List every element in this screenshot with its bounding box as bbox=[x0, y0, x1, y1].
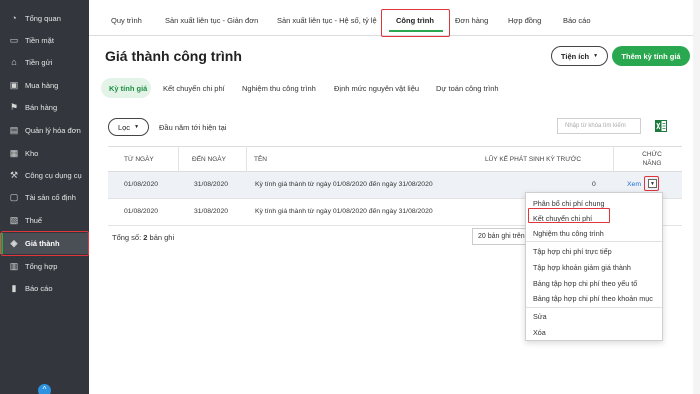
add-costing-period-button[interactable]: Thêm kỳ tính giá bbox=[612, 46, 690, 66]
sidebar-item-quan-ly-hoa-don[interactable]: ▤ Quản lý hóa đơn bbox=[0, 120, 89, 141]
cell-from-date: 01/08/2020 bbox=[124, 181, 159, 188]
record-count-prefix: Tổng số: bbox=[112, 233, 144, 242]
menu-item-tap-hop-khoan-giam-gia-thanh[interactable]: Tập hợp khoản giảm giá thành bbox=[533, 263, 631, 272]
menu-item-bang-tap-hop-theo-khoan-muc[interactable]: Bảng tập hợp chi phí theo khoản mục bbox=[533, 294, 653, 303]
report-icon: ▮ bbox=[11, 283, 17, 293]
cell-name: Kỳ tính giá thành từ ngày 01/08/2020 đến… bbox=[255, 208, 433, 215]
menu-divider bbox=[526, 241, 664, 242]
sidebar-item-label: Bán hàng bbox=[25, 103, 58, 112]
subtab-ket-chuyen-chi-phi[interactable]: Kết chuyển chi phí bbox=[163, 84, 225, 93]
purchase-icon: ▣ bbox=[9, 80, 19, 90]
menu-item-bang-tap-hop-theo-yeu-to[interactable]: Bảng tập hợp chi phí theo yếu tố bbox=[533, 279, 637, 288]
cart-icon: ⚑ bbox=[9, 102, 19, 112]
summary-icon: ▥ bbox=[9, 261, 19, 271]
chevron-down-icon: ▼ bbox=[593, 53, 599, 59]
menu-divider bbox=[526, 307, 664, 308]
record-count: Tổng số: 2 bản ghi bbox=[112, 233, 174, 242]
sidebar-item-label: Tổng quan bbox=[25, 14, 61, 23]
column-header-den-ngay: Đến ngày bbox=[192, 156, 226, 163]
column-divider bbox=[178, 146, 179, 172]
warehouse-icon: ▦ bbox=[9, 148, 19, 158]
subtab-du-toan-cong-trinh[interactable]: Dự toán công trình bbox=[436, 84, 499, 93]
excel-export-icon[interactable] bbox=[655, 120, 667, 132]
sidebar-item-label: Mua hàng bbox=[25, 81, 59, 90]
sidebar-highlight-box bbox=[1, 231, 89, 256]
cell-to-date: 31/08/2020 bbox=[194, 181, 229, 188]
menu-item-nghiem-thu-cong-trinh[interactable]: Nghiệm thu công trình bbox=[533, 229, 604, 238]
cell-accumulated: 0 bbox=[592, 181, 596, 188]
utility-button[interactable]: Tiện ích ▼ bbox=[551, 46, 608, 66]
search-input[interactable]: Nhập từ khóa tìm kiếm bbox=[557, 118, 641, 134]
column-header-ten: Tên bbox=[254, 156, 267, 163]
subtab-nghiem-thu-cong-trinh[interactable]: Nghiệm thu công trình bbox=[242, 84, 316, 93]
dashboard-icon: ◔ bbox=[11, 13, 17, 23]
menu-item-sua[interactable]: Sửa bbox=[533, 312, 547, 321]
record-count-suffix: bản ghi bbox=[147, 233, 175, 242]
tab-bao-cao[interactable]: Báo cáo bbox=[563, 16, 591, 25]
sidebar-item-kho[interactable]: ▦ Kho bbox=[0, 143, 89, 164]
sidebar-item-tien-mat[interactable]: ▭ Tiền mặt bbox=[0, 30, 89, 51]
tab-highlight-box bbox=[381, 9, 450, 37]
collapse-sidebar-icon[interactable]: ^ bbox=[38, 384, 51, 394]
tab-san-xuat-gian-don[interactable]: Sản xuất liên tục - Giản đơn bbox=[165, 16, 258, 25]
column-header-chuc-nang: Chức năng bbox=[642, 151, 662, 167]
sidebar-item-label: Báo cáo bbox=[25, 284, 53, 293]
cash-icon: ▭ bbox=[9, 35, 19, 45]
sidebar-item-label: Tổng hợp bbox=[25, 262, 58, 271]
subtab-ky-tinh-gia[interactable]: Kỳ tính giá bbox=[109, 84, 147, 93]
sidebar: ◔ Tổng quan ▭ Tiền mặt ⌂ Tiền gửi ▣ Mua hàng… bbox=[0, 0, 89, 394]
cell-from-date: 01/08/2020 bbox=[124, 208, 159, 215]
right-edge bbox=[693, 0, 700, 394]
tab-san-xuat-he-so[interactable]: Sản xuất liên tục - Hệ số, tỷ lệ bbox=[277, 16, 377, 25]
cell-name: Kỳ tính giá thành từ ngày 01/08/2020 đến… bbox=[255, 181, 433, 188]
sidebar-item-mua-hang[interactable]: ▣ Mua hàng bbox=[0, 75, 89, 96]
menu-item-xoa[interactable]: Xóa bbox=[533, 328, 546, 337]
sidebar-item-tai-san-co-dinh[interactable]: ▢ Tài sản cố định bbox=[0, 187, 89, 208]
tools-icon: ⚒ bbox=[9, 170, 19, 180]
utility-button-label: Tiện ích bbox=[560, 51, 590, 61]
invoice-icon: ▤ bbox=[9, 125, 19, 135]
tax-icon: ▧ bbox=[9, 215, 19, 225]
bank-icon: ⌂ bbox=[11, 57, 17, 67]
menu-item-phan-bo-chi-phi-chung[interactable]: Phân bổ chi phí chung bbox=[533, 199, 605, 208]
top-navigation: Quy trình Sản xuất liên tục - Giản đơn S… bbox=[89, 0, 700, 37]
sidebar-item-tong-hop[interactable]: ▥ Tổng hợp bbox=[0, 256, 89, 277]
sidebar-item-thue[interactable]: ▧ Thuế bbox=[0, 210, 89, 231]
period-label: Đầu năm tới hiện tại bbox=[159, 123, 227, 132]
sidebar-item-label: Tiền mặt bbox=[25, 36, 54, 45]
column-divider bbox=[613, 146, 614, 172]
sidebar-item-tien-gui[interactable]: ⌂ Tiền gửi bbox=[0, 52, 89, 73]
sidebar-item-ban-hang[interactable]: ⚑ Bán hàng bbox=[0, 97, 89, 118]
sidebar-item-label: Kho bbox=[25, 149, 39, 158]
cell-to-date: 31/08/2020 bbox=[194, 208, 229, 215]
asset-icon: ▢ bbox=[9, 192, 19, 202]
menu-item-tap-hop-chi-phi-truc-tiep[interactable]: Tập hợp chi phí trực tiếp bbox=[533, 247, 612, 256]
view-link[interactable]: Xem bbox=[627, 181, 641, 188]
sidebar-item-label: Thuế bbox=[25, 216, 43, 225]
chevron-down-icon: ▼ bbox=[134, 124, 140, 130]
sidebar-item-label: Công cụ dụng cụ bbox=[25, 171, 82, 180]
tab-quy-trinh[interactable]: Quy trình bbox=[111, 16, 142, 25]
column-header-luy-ke: Lũy kế phát sinh kỳ trước bbox=[485, 156, 582, 163]
filter-button[interactable]: Lọc ▼ bbox=[108, 118, 149, 136]
tab-hop-dong[interactable]: Hợp đồng bbox=[508, 16, 541, 25]
page-title: Giá thành công trình bbox=[105, 48, 242, 64]
menu-item-highlight-box bbox=[528, 208, 610, 223]
dropdown-highlight-box bbox=[644, 176, 659, 191]
filter-button-label: Lọc bbox=[117, 122, 131, 132]
sidebar-item-label: Tài sản cố định bbox=[25, 193, 76, 202]
subtab-dinh-muc-nvl[interactable]: Định mức nguyên vật liệu bbox=[334, 84, 419, 93]
sidebar-item-label: Quản lý hóa đơn bbox=[25, 126, 81, 135]
column-divider bbox=[246, 146, 247, 172]
sidebar-item-tong-quan[interactable]: ◔ Tổng quan bbox=[0, 8, 89, 29]
page-size-select[interactable]: 20 bản ghi trên 1 trang bbox=[472, 228, 532, 245]
sidebar-item-label: Tiền gửi bbox=[25, 58, 53, 67]
sidebar-item-cong-cu-dung-cu[interactable]: ⚒ Công cụ dụng cụ bbox=[0, 165, 89, 186]
column-header-tu-ngay: Từ ngày bbox=[124, 156, 154, 163]
sidebar-item-bao-cao[interactable]: ▮ Báo cáo bbox=[0, 278, 89, 299]
tab-don-hang[interactable]: Đơn hàng bbox=[455, 16, 488, 25]
